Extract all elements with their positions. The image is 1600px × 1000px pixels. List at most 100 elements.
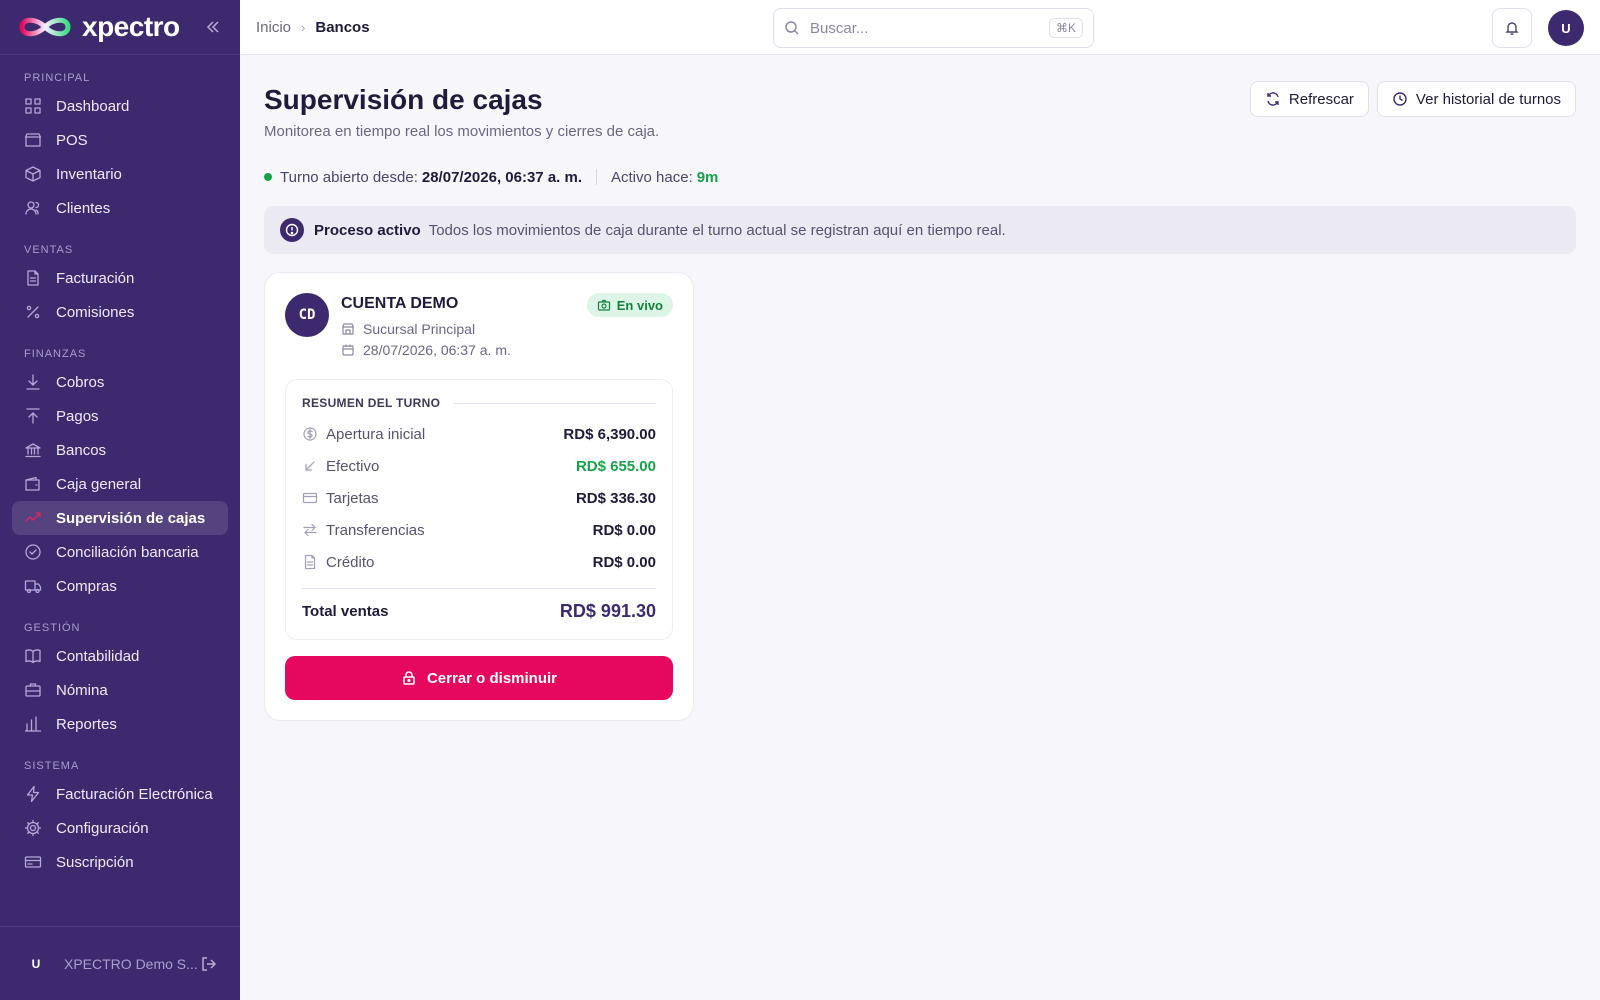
bank-icon [24, 441, 42, 459]
card-icon [24, 853, 42, 871]
page-actions: Refrescar Ver historial de turnos [1249, 81, 1576, 117]
shift-history-label: Ver historial de turnos [1415, 90, 1561, 108]
refresh-button[interactable]: Refrescar [1249, 81, 1369, 117]
sidebar-item-label: Dashboard [56, 97, 130, 115]
nav-section-ventas: VENTAS Facturación Comisiones [0, 239, 240, 329]
shift-summary: RESUMEN DEL TURNO Apertura inicial RD$ 6,… [285, 379, 673, 640]
book-icon [24, 647, 42, 665]
breadcrumb-home[interactable]: Inicio [256, 19, 291, 36]
sidebar-item-suscripcion[interactable]: Suscripción [12, 845, 228, 879]
truck-icon [24, 577, 42, 595]
sidebar-item-inventario[interactable]: Inventario [12, 157, 228, 191]
sidebar-item-label: POS [56, 131, 88, 149]
sidebar: xpectro PRINCIPAL Dashboard POS Inventario C… [0, 0, 240, 1000]
sidebar-item-label: Configuración [56, 819, 149, 837]
box-icon [24, 165, 42, 183]
summary-row-label: Tarjetas [326, 489, 379, 507]
branch-info: Sucursal Principal [341, 321, 475, 337]
collapse-sidebar-button[interactable] [202, 16, 224, 38]
sidebar-item-label: Facturación Electrónica [56, 785, 213, 803]
summary-row-label: Efectivo [326, 457, 380, 475]
sidebar-item-label: Pagos [56, 407, 99, 425]
sidebar-item-label: Inventario [56, 165, 122, 183]
calendar-icon [342, 344, 354, 356]
sidebar-item-pagos[interactable]: Pagos [12, 399, 228, 433]
breadcrumb: Inicio › Bancos [256, 19, 370, 36]
card-header: CD CUENTA DEMO Sucursal Principal 28/07/… [285, 293, 673, 379]
sidebar-item-cobros[interactable]: Cobros [12, 365, 228, 399]
summary-row-label: Apertura inicial [326, 425, 426, 443]
logout-icon[interactable] [200, 955, 218, 973]
summary-row-value: RD$ 6,390.00 [563, 425, 656, 443]
user-avatar[interactable]: U [1548, 10, 1584, 46]
sidebar-item-facturacion-electronica[interactable]: Facturación Electrónica [12, 777, 228, 811]
arrow-up-icon [24, 407, 42, 425]
footer-company-name: XPECTRO Demo S... [64, 955, 198, 972]
summary-row-credito: Crédito RD$ 0.00 [302, 546, 656, 578]
sidebar-item-contabilidad[interactable]: Contabilidad [12, 639, 228, 673]
sidebar-item-supervision-de-cajas[interactable]: Supervisión de cajas [12, 501, 228, 535]
nav-section-finanzas: FINANZAS Cobros Pagos Bancos Caja general Sup… [0, 343, 240, 603]
search-input[interactable] [810, 19, 1049, 37]
sidebar-item-pos[interactable]: POS [12, 123, 228, 157]
search-shortcut: ⌘K [1048, 18, 1083, 38]
grid-icon [24, 97, 42, 115]
clock-icon [1393, 92, 1407, 106]
status-dot [264, 173, 272, 181]
sidebar-item-clientes[interactable]: Clientes [12, 191, 228, 225]
active-since-label: Activo hace: [611, 168, 693, 186]
sidebar-item-reportes[interactable]: Reportes [12, 707, 228, 741]
swap-icon [302, 522, 318, 538]
close-register-button[interactable]: Cerrar o disminuir [285, 656, 673, 700]
info-banner: Proceso activo Todos los movimientos de … [264, 206, 1576, 254]
shift-history-button[interactable]: Ver historial de turnos [1376, 81, 1576, 117]
footer-avatar[interactable]: U [22, 950, 50, 978]
branch-name: Sucursal Principal [363, 321, 476, 337]
logo-row: xpectro [0, 0, 240, 55]
top-header: Inicio › Bancos ⌘K U [240, 0, 1600, 55]
sidebar-item-label: Facturación [56, 269, 135, 287]
logo-icon [19, 17, 71, 37]
check-circle-icon [24, 543, 42, 561]
banner-text: Todos los movimientos de caja durante el… [428, 221, 1006, 239]
bell-icon [1505, 22, 1519, 35]
summary-row-value: RD$ 336.30 [575, 489, 656, 507]
sidebar-item-label: Reportes [56, 715, 117, 733]
account-avatar: CD [285, 293, 329, 337]
sidebar-footer: U XPECTRO Demo S... [0, 926, 240, 1000]
notifications-button[interactable] [1492, 8, 1532, 48]
file-icon [24, 269, 42, 287]
sidebar-item-comisiones[interactable]: Comisiones [12, 295, 228, 329]
summary-rule [454, 402, 656, 404]
summary-row-efectivo: Efectivo RD$ 655.00 [302, 450, 656, 482]
total-divider [302, 588, 656, 589]
sidebar-item-conciliacion-bancaria[interactable]: Conciliación bancaria [12, 535, 228, 569]
sidebar-item-label: Bancos [56, 441, 107, 459]
sidebar-nav: PRINCIPAL Dashboard POS Inventario Clientes V… [0, 55, 240, 926]
nav-section-title: VENTAS [24, 244, 74, 256]
title-row: Supervisión de cajas Monitorea en tiempo… [264, 80, 1576, 168]
sidebar-item-nomina[interactable]: Nómina [12, 673, 228, 707]
date-info: 28/07/2026, 06:37 a. m. [341, 342, 511, 358]
nav-section-sistema: SISTEMA Facturación Electrónica Configurac… [0, 755, 240, 879]
summary-row-transferencias: Transferencias RD$ 0.00 [302, 514, 656, 546]
banner-title: Proceso activo [314, 221, 421, 239]
chevrons-left-icon [206, 21, 219, 33]
sidebar-item-bancos[interactable]: Bancos [12, 433, 228, 467]
wallet-icon [24, 475, 42, 493]
sidebar-item-facturacion[interactable]: Facturación [12, 261, 228, 295]
sidebar-item-configuracion[interactable]: Configuración [12, 811, 228, 845]
nav-section-title: SISTEMA [24, 760, 80, 772]
breadcrumb-current: Bancos [315, 18, 370, 36]
shift-open-label: Turno abierto desde: [280, 168, 418, 186]
sidebar-item-dashboard[interactable]: Dashboard [12, 89, 228, 123]
document-icon [302, 554, 318, 570]
chevron-right-icon: › [301, 19, 306, 35]
search-box[interactable]: ⌘K [773, 8, 1094, 48]
nav-section-title: PRINCIPAL [24, 72, 91, 84]
sidebar-item-caja-general[interactable]: Caja general [12, 467, 228, 501]
sidebar-item-label: Suscripción [56, 853, 134, 871]
sidebar-item-compras[interactable]: Compras [12, 569, 228, 603]
store-icon [24, 131, 42, 149]
arrow-down-left-icon [302, 458, 318, 474]
